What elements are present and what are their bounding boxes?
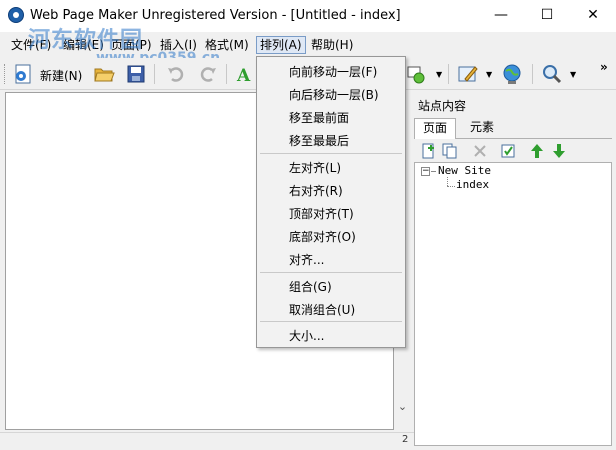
add-page-icon[interactable] <box>420 142 438 160</box>
open-folder-icon[interactable] <box>92 62 116 86</box>
menu-align-top[interactable]: 顶部对齐(T) <box>289 205 354 222</box>
save-icon[interactable] <box>124 62 148 86</box>
menu-ungroup[interactable]: 取消组合(U) <box>289 301 355 318</box>
site-panel-title: 站点内容 <box>418 99 467 113</box>
globe-icon[interactable] <box>500 62 524 86</box>
window-title: Web Page Maker Unregistered Version - [U… <box>30 8 401 23</box>
menu-align-left[interactable]: 左对齐(L) <box>289 159 341 176</box>
redo-icon[interactable] <box>196 62 220 86</box>
tree-connector <box>447 177 448 186</box>
tab-elements[interactable]: 元素 <box>462 118 502 138</box>
zoom-dropdown-arrow[interactable]: ▼ <box>570 70 576 79</box>
scroll-down-arrow-icon[interactable]: ⌄ <box>394 398 411 415</box>
site-tree[interactable] <box>414 162 612 446</box>
text-icon[interactable]: A <box>234 62 258 86</box>
menu-separator <box>260 153 402 154</box>
pen-dropdown-arrow[interactable]: ▼ <box>486 70 492 79</box>
menu-group[interactable]: 组合(G) <box>289 278 332 295</box>
toolbar-separator <box>154 64 155 84</box>
minimize-button[interactable]: — <box>478 0 524 30</box>
menu-align-bottom[interactable]: 底部对齐(O) <box>289 228 356 245</box>
shape-dropdown-arrow[interactable]: ▼ <box>436 70 442 79</box>
new-page-icon[interactable] <box>12 62 36 86</box>
menu-size[interactable]: 大小... <box>289 327 324 344</box>
undo-icon[interactable] <box>164 62 188 86</box>
toolbar-separator <box>226 64 227 84</box>
menu-separator <box>260 321 402 322</box>
menu-help[interactable]: 帮助(H) <box>308 36 356 54</box>
menu-bring-forward[interactable]: 向前移动一层(F) <box>289 63 377 80</box>
toolbar-grip[interactable] <box>4 64 7 84</box>
tree-item-index[interactable]: index <box>456 178 489 191</box>
shape-icon[interactable] <box>404 62 428 86</box>
menu-send-to-back[interactable]: 移至最最后 <box>289 132 349 149</box>
status-cell: 2 <box>402 434 409 445</box>
tree-root-new-site[interactable]: New Site <box>438 164 491 177</box>
move-down-icon[interactable] <box>550 142 568 160</box>
copy-page-icon[interactable] <box>441 142 459 160</box>
menu-bring-to-front[interactable]: 移至最前面 <box>289 109 349 126</box>
toolbar-separator <box>532 64 533 84</box>
delete-icon[interactable] <box>471 142 489 160</box>
new-button-label[interactable]: 新建(N) <box>40 67 82 84</box>
toolbar-overflow-button[interactable]: » <box>600 60 608 74</box>
maximize-button[interactable]: ☐ <box>524 0 570 30</box>
tree-collapse-icon[interactable]: − <box>421 167 430 176</box>
menu-arrange[interactable]: 排列(A) <box>256 36 306 54</box>
tree-connector <box>431 171 436 172</box>
menu-send-backward[interactable]: 向后移动一层(B) <box>289 86 379 103</box>
toolbar-separator <box>448 64 449 84</box>
svg-text:A: A <box>236 66 251 86</box>
menu-align-dialog[interactable]: 对齐... <box>289 251 324 268</box>
tab-pages[interactable]: 页面 <box>414 118 457 139</box>
close-button[interactable]: ✕ <box>570 0 616 30</box>
app-icon[interactable] <box>8 7 24 23</box>
pen-icon[interactable] <box>456 62 480 86</box>
magnifier-icon[interactable] <box>540 62 564 86</box>
tree-connector <box>447 186 455 187</box>
status-bar <box>0 432 414 450</box>
properties-icon[interactable] <box>499 142 517 160</box>
menu-separator <box>260 272 402 273</box>
menu-align-right[interactable]: 右对齐(R) <box>289 182 343 199</box>
move-up-icon[interactable] <box>528 142 546 160</box>
